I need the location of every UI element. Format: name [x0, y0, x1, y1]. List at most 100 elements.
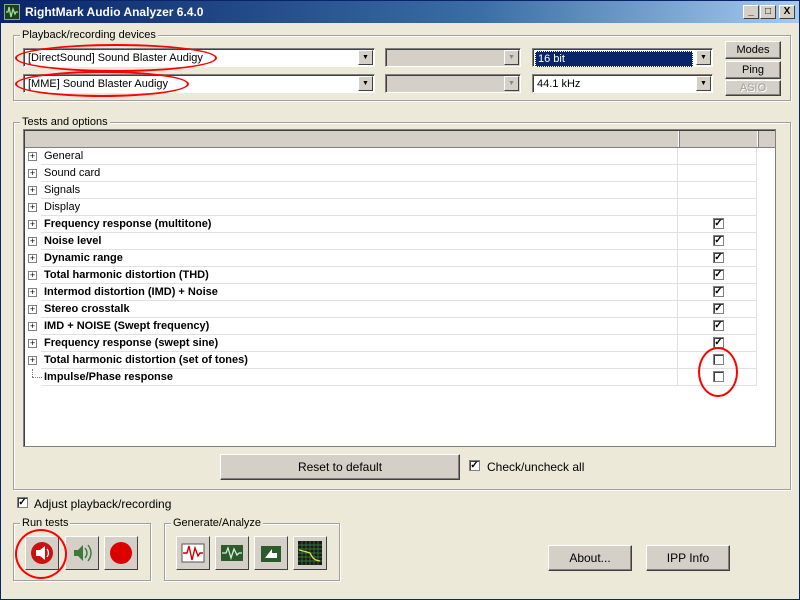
expand-icon[interactable]: +	[28, 271, 37, 280]
spectrum-button[interactable]	[293, 536, 327, 570]
chevron-down-icon[interactable]: ▼	[358, 76, 373, 91]
tree-row[interactable]: Impulse/Phase response	[24, 369, 757, 386]
test-checkbox[interactable]: ✓	[713, 218, 724, 229]
reset-default-button[interactable]: Reset to default	[220, 454, 460, 480]
close-button[interactable]: X	[779, 5, 795, 19]
expand-icon[interactable]: +	[28, 305, 37, 314]
test-checkbox[interactable]: ✓	[713, 337, 724, 348]
tree-row[interactable]: + Noise level ✓	[24, 233, 757, 250]
ping-button[interactable]: Ping	[725, 61, 781, 79]
expand-icon[interactable]: +	[28, 322, 37, 331]
tree-row[interactable]: + Signals	[24, 182, 757, 199]
checkmark-icon: ✓	[18, 497, 27, 508]
test-checkbox[interactable]: ✓	[713, 286, 724, 297]
tree-row-check-cell	[678, 199, 757, 216]
chevron-down-icon[interactable]: ▼	[696, 76, 711, 91]
generate-wave-icon	[181, 543, 205, 563]
expand-icon[interactable]: +	[28, 254, 37, 263]
tree-row-check-cell: ✓	[678, 267, 757, 284]
tree-header-name-column[interactable]	[25, 131, 680, 147]
tree-row[interactable]: + Frequency response (multitone) ✓	[24, 216, 757, 233]
playback-channel-select[interactable]: ▼	[385, 48, 521, 67]
run-loop-button[interactable]	[65, 536, 99, 570]
speaker-play-icon	[31, 542, 53, 564]
tree-row-label: Display	[44, 201, 81, 213]
modes-button[interactable]: Modes	[725, 41, 781, 59]
record-button[interactable]	[104, 536, 138, 570]
run-test-button[interactable]	[25, 536, 59, 570]
tree-row[interactable]: + Frequency response (swept sine) ✓	[24, 335, 757, 352]
check-all-label[interactable]: Check/uncheck all	[487, 460, 584, 474]
open-file-button[interactable]	[254, 536, 288, 570]
expand-icon[interactable]: +	[28, 339, 37, 348]
tree-row-name-cell	[41, 148, 678, 165]
tree-row-label: Frequency response (multitone)	[44, 218, 212, 230]
tests-group-label: Tests and options	[20, 116, 110, 128]
tree-row[interactable]: + Sound card	[24, 165, 757, 182]
tree-row-label: Total harmonic distortion (set of tones)	[44, 354, 248, 366]
tree-row[interactable]: + General	[24, 148, 757, 165]
tree-row[interactable]: + Total harmonic distortion (THD) ✓	[24, 267, 757, 284]
test-checkbox[interactable]: ✓	[713, 235, 724, 246]
tree-row-name-cell	[41, 250, 678, 267]
test-checkbox[interactable]: ✓	[713, 320, 724, 331]
adjust-checkbox[interactable]: ✓	[17, 497, 28, 508]
tree-row-label: Dynamic range	[44, 252, 123, 264]
tree-line	[32, 369, 33, 377]
tree-row-check-cell: ✓	[678, 250, 757, 267]
test-checkbox[interactable]	[713, 371, 724, 382]
tree-row-name-cell	[41, 301, 678, 318]
playback-device-value: [DirectSound] Sound Blaster Audigy	[28, 52, 203, 64]
expand-icon[interactable]: +	[28, 186, 37, 195]
test-checkbox[interactable]: ✓	[713, 269, 724, 280]
tree-header-check-column[interactable]	[680, 131, 759, 147]
test-checkbox[interactable]: ✓	[713, 252, 724, 263]
minimize-button[interactable]: _	[743, 5, 759, 19]
bit-depth-select[interactable]: 16 bit ▼	[532, 48, 713, 67]
expand-icon[interactable]: +	[28, 288, 37, 297]
playback-device-select[interactable]: [DirectSound] Sound Blaster Audigy ▼	[23, 48, 375, 67]
tree-row-label: Frequency response (swept sine)	[44, 337, 219, 349]
maximize-button[interactable]: □	[760, 5, 776, 19]
check-all-checkbox[interactable]: ✓	[469, 460, 480, 471]
generate-analyze-group-label: Generate/Analyze	[171, 517, 264, 529]
analyze-button[interactable]	[215, 536, 249, 570]
tree-row[interactable]: + Dynamic range ✓	[24, 250, 757, 267]
generate-button[interactable]	[176, 536, 210, 570]
waveform-icon[interactable]	[4, 4, 20, 20]
tree-row-check-cell	[678, 352, 757, 369]
test-checkbox[interactable]	[713, 354, 724, 365]
run-tests-group-label: Run tests	[20, 517, 71, 529]
bit-depth-value: 16 bit	[535, 51, 693, 67]
chevron-down-icon[interactable]: ▼	[504, 50, 519, 65]
title-bar[interactable]: RightMark Audio Analyzer 6.4.0 _ □ X	[1, 1, 799, 23]
tree-row[interactable]: + Intermod distortion (IMD) + Noise ✓	[24, 284, 757, 301]
chevron-down-icon[interactable]: ▼	[504, 76, 519, 91]
tree-row[interactable]: + Total harmonic distortion (set of tones…	[24, 352, 757, 369]
expand-icon[interactable]: +	[28, 169, 37, 178]
tree-row[interactable]: + IMD + NOISE (Swept frequency) ✓	[24, 318, 757, 335]
checkmark-icon: ✓	[714, 303, 723, 314]
tree-row-check-cell: ✓	[678, 318, 757, 335]
asio-button[interactable]: ASIO	[725, 80, 781, 96]
tests-tree[interactable]: + General + Sound card + Signals + Display + Freq…	[23, 129, 776, 447]
expand-icon[interactable]: +	[28, 152, 37, 161]
adjust-label[interactable]: Adjust playback/recording	[34, 497, 171, 511]
chevron-down-icon[interactable]: ▼	[358, 50, 373, 65]
sample-rate-select[interactable]: 44.1 kHz ▼	[532, 74, 713, 93]
recording-device-select[interactable]: [MME] Sound Blaster Audigy ▼	[23, 74, 375, 93]
ipp-info-button[interactable]: IPP Info	[646, 545, 730, 571]
tree-row[interactable]: + Display	[24, 199, 757, 216]
checkmark-icon: ✓	[714, 337, 723, 348]
expand-icon[interactable]: +	[28, 203, 37, 212]
test-checkbox[interactable]: ✓	[713, 303, 724, 314]
expand-icon[interactable]: +	[28, 356, 37, 365]
about-button[interactable]: About...	[548, 545, 632, 571]
tree-row[interactable]: + Stereo crosstalk ✓	[24, 301, 757, 318]
recording-channel-select[interactable]: ▼	[385, 74, 521, 93]
expand-icon[interactable]: +	[28, 220, 37, 229]
expand-icon[interactable]: +	[28, 237, 37, 246]
chevron-down-icon[interactable]: ▼	[696, 50, 711, 65]
tree-row-label: Sound card	[44, 167, 101, 179]
tree-row-label: IMD + NOISE (Swept frequency)	[44, 320, 210, 332]
